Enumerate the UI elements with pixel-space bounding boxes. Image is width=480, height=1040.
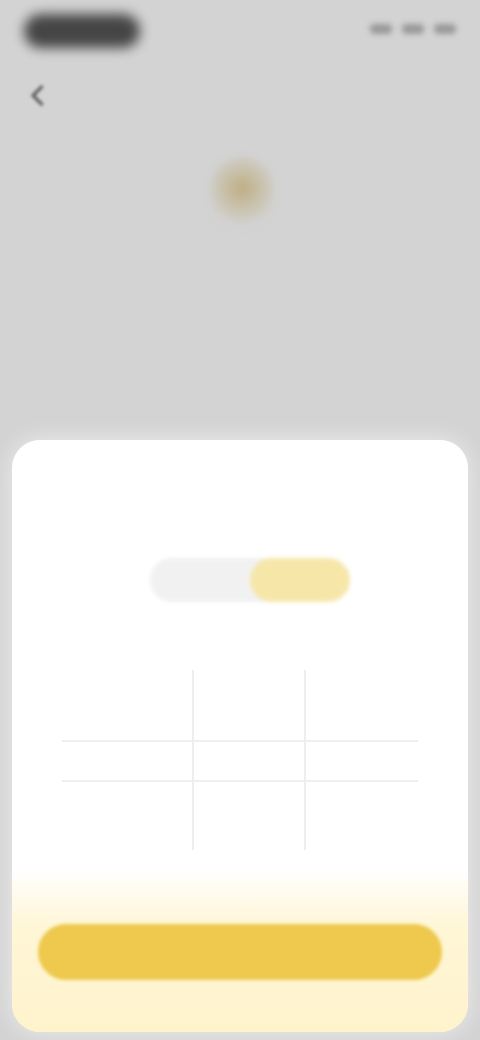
picker-column-divider <box>304 670 306 850</box>
status-bar <box>0 0 480 64</box>
picker-column-divider <box>192 670 194 850</box>
status-time <box>24 14 140 48</box>
picker-selection-line-top <box>62 740 418 742</box>
signal-icon <box>370 24 392 34</box>
wifi-icon <box>402 24 424 34</box>
segmented-toggle <box>150 558 350 602</box>
toggle-option-1[interactable] <box>150 558 250 602</box>
value-picker[interactable] <box>42 640 438 850</box>
app-screen <box>0 0 480 1040</box>
navigation-bar <box>28 80 448 112</box>
chevron-left-icon[interactable] <box>28 84 52 108</box>
shield-icon <box>210 156 274 228</box>
picker-selection-line-bottom <box>62 780 418 782</box>
toggle-option-2[interactable] <box>250 558 350 602</box>
status-indicators <box>370 24 456 34</box>
battery-icon <box>434 24 456 34</box>
bottom-sheet <box>12 440 468 1032</box>
confirm-button[interactable] <box>38 924 442 980</box>
